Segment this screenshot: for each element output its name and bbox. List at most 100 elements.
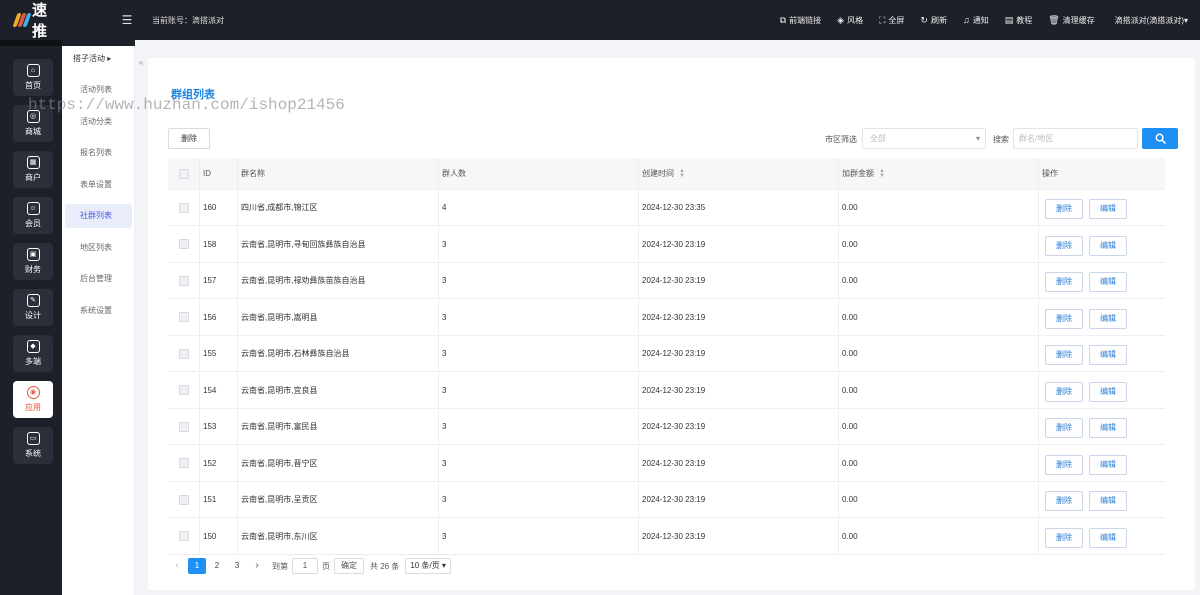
collapse-submenu-icon[interactable]: «: [135, 58, 147, 67]
nav-item-label: 财务: [25, 265, 41, 274]
submenu-title[interactable]: 搭子活动 ▸: [73, 53, 111, 64]
top-action-label: 清理缓存: [1062, 15, 1095, 25]
submenu-item[interactable]: 地区列表: [65, 236, 132, 260]
row-checkbox[interactable]: [179, 519, 189, 554]
nav-item-7[interactable]: ◉ 应用: [13, 381, 53, 418]
nav-item-0[interactable]: ⌂ 首页: [13, 59, 53, 96]
row-join-fee: 0.00: [842, 531, 858, 541]
top-action-palette[interactable]: ◈ 风格: [837, 15, 863, 26]
row-delete-button[interactable]: 删除: [1045, 454, 1083, 475]
row-member-count: 3: [442, 239, 447, 249]
nav-item-5[interactable]: ✎ 设计: [13, 289, 53, 326]
nav-item-4[interactable]: ▣ 财务: [13, 243, 53, 280]
row-edit-button[interactable]: 编辑: [1089, 308, 1127, 329]
book-icon: ▤: [1004, 14, 1014, 25]
row-join-fee: 0.00: [842, 239, 858, 249]
next-page-icon[interactable]: ›: [248, 558, 266, 574]
page-number-button[interactable]: 1: [188, 558, 206, 574]
checkbox-box: [179, 239, 189, 249]
goto-confirm-button[interactable]: 确定: [334, 558, 364, 574]
prev-page-icon[interactable]: ‹: [168, 558, 186, 574]
row-checkbox[interactable]: [179, 227, 189, 262]
sort-icon[interactable]: ▲ ▼: [879, 168, 885, 179]
row-group-name: 云南省,昆明市,宜良县: [241, 385, 318, 395]
row-member-count: 4: [442, 203, 447, 212]
sort-icon[interactable]: ▲ ▼: [679, 168, 685, 179]
nav-item-8[interactable]: ▭ 系统: [13, 427, 53, 464]
top-action-label: 前端链接: [789, 15, 822, 25]
row-checkbox[interactable]: [179, 409, 189, 444]
logo-mark-icon: [12, 13, 32, 27]
row-id: 153: [203, 422, 217, 431]
submenu-item[interactable]: 社群列表: [65, 204, 132, 228]
bulk-delete-button[interactable]: 删除: [168, 128, 210, 149]
nav-item-2[interactable]: ▦ 商户: [13, 151, 53, 188]
top-action-refresh[interactable]: ↻ 刷新: [920, 15, 947, 26]
row-id: 156: [203, 312, 217, 322]
row-edit-button[interactable]: 编辑: [1089, 272, 1127, 292]
row-edit-button[interactable]: 编辑: [1089, 418, 1127, 438]
row-edit-button[interactable]: 编辑: [1089, 199, 1127, 219]
row-delete-button[interactable]: 删除: [1045, 199, 1083, 219]
row-checkbox[interactable]: [179, 300, 189, 335]
nav-item-label: 会员: [25, 219, 41, 228]
row-checkbox[interactable]: [179, 446, 189, 481]
row-delete-button[interactable]: 删除: [1045, 272, 1083, 292]
row-delete-button[interactable]: 删除: [1045, 308, 1083, 329]
menu-toggle-icon[interactable]: ☰: [118, 13, 136, 27]
search-input[interactable]: 群名/地区: [1013, 128, 1138, 149]
row-edit-button[interactable]: 编辑: [1089, 527, 1127, 548]
row-checkbox[interactable]: [179, 263, 189, 298]
row-checkbox[interactable]: [179, 190, 189, 225]
row-id: 157: [203, 276, 217, 285]
app-logo[interactable]: 速推: [0, 0, 62, 41]
goto-page-input[interactable]: 1: [292, 558, 318, 574]
row-join-fee: 0.00: [842, 312, 858, 322]
row-created-time: 2024-12-30 23:19: [642, 276, 706, 285]
row-delete-button[interactable]: 删除: [1045, 418, 1083, 438]
top-action-label: 全屏: [888, 15, 905, 25]
select-all-checkbox[interactable]: [179, 158, 189, 189]
page-number-button[interactable]: 2: [208, 558, 226, 574]
top-action-bell[interactable]: ♫ 通知: [963, 15, 989, 26]
page-size-select[interactable]: 10 条/页 ▾: [405, 558, 451, 574]
search-button[interactable]: [1142, 128, 1178, 149]
nav-item-3[interactable]: ☺ 会员: [13, 197, 53, 234]
nav-item-6[interactable]: ◆ 多端: [13, 335, 53, 372]
row-delete-button[interactable]: 删除: [1045, 527, 1083, 548]
page-number-button[interactable]: 3: [228, 558, 246, 574]
top-action-link[interactable]: ⧉ 前端链接: [780, 15, 821, 26]
row-checkbox[interactable]: [179, 373, 189, 408]
row-checkbox[interactable]: [179, 336, 189, 371]
column-header-fee[interactable]: 加群金额 ▲ ▼: [842, 158, 885, 189]
row-member-count: 3: [442, 531, 447, 541]
row-delete-button[interactable]: 删除: [1045, 345, 1083, 365]
row-edit-button[interactable]: 编辑: [1089, 381, 1127, 402]
row-checkbox[interactable]: [179, 482, 189, 517]
submenu-item[interactable]: 报名列表: [65, 141, 132, 165]
column-header-name: 群名称: [241, 169, 265, 178]
submenu-item[interactable]: 系统设置: [65, 299, 132, 323]
pagination: ‹ 1 2 3 › 到第 1 页确定共 26 条 10 条/页 ▾: [168, 557, 451, 575]
refresh-icon: ↻: [920, 14, 928, 25]
row-delete-button[interactable]: 删除: [1045, 491, 1083, 511]
row-join-fee: 0.00: [842, 422, 858, 431]
user-menu[interactable]: 滴搭派对(滴搭派对)▾: [1115, 15, 1188, 26]
row-id: 151: [203, 495, 217, 504]
top-action-book[interactable]: ▤ 教程: [1005, 15, 1033, 26]
city-filter-select[interactable]: 全部 ▾: [862, 128, 986, 149]
row-edit-button[interactable]: 编辑: [1089, 345, 1127, 365]
row-edit-button[interactable]: 编辑: [1089, 454, 1127, 475]
top-action-trash[interactable]: 🗑 清理缓存: [1048, 15, 1094, 26]
submenu-item[interactable]: 表单设置: [65, 173, 132, 197]
top-action-fullscreen[interactable]: ⛶ 全屏: [879, 15, 904, 26]
link-icon: ⧉: [779, 14, 787, 25]
submenu-item[interactable]: 后台管理: [65, 267, 132, 291]
row-delete-button[interactable]: 删除: [1045, 381, 1083, 402]
row-delete-button[interactable]: 删除: [1045, 235, 1083, 256]
watermark-text: https://www.huzhan.com/ishop21456: [28, 96, 345, 114]
row-edit-button[interactable]: 编辑: [1089, 491, 1127, 511]
nav-item-label: 设计: [25, 311, 41, 320]
row-edit-button[interactable]: 编辑: [1089, 235, 1127, 256]
column-header-created[interactable]: 创建时间 ▲ ▼: [642, 158, 685, 189]
